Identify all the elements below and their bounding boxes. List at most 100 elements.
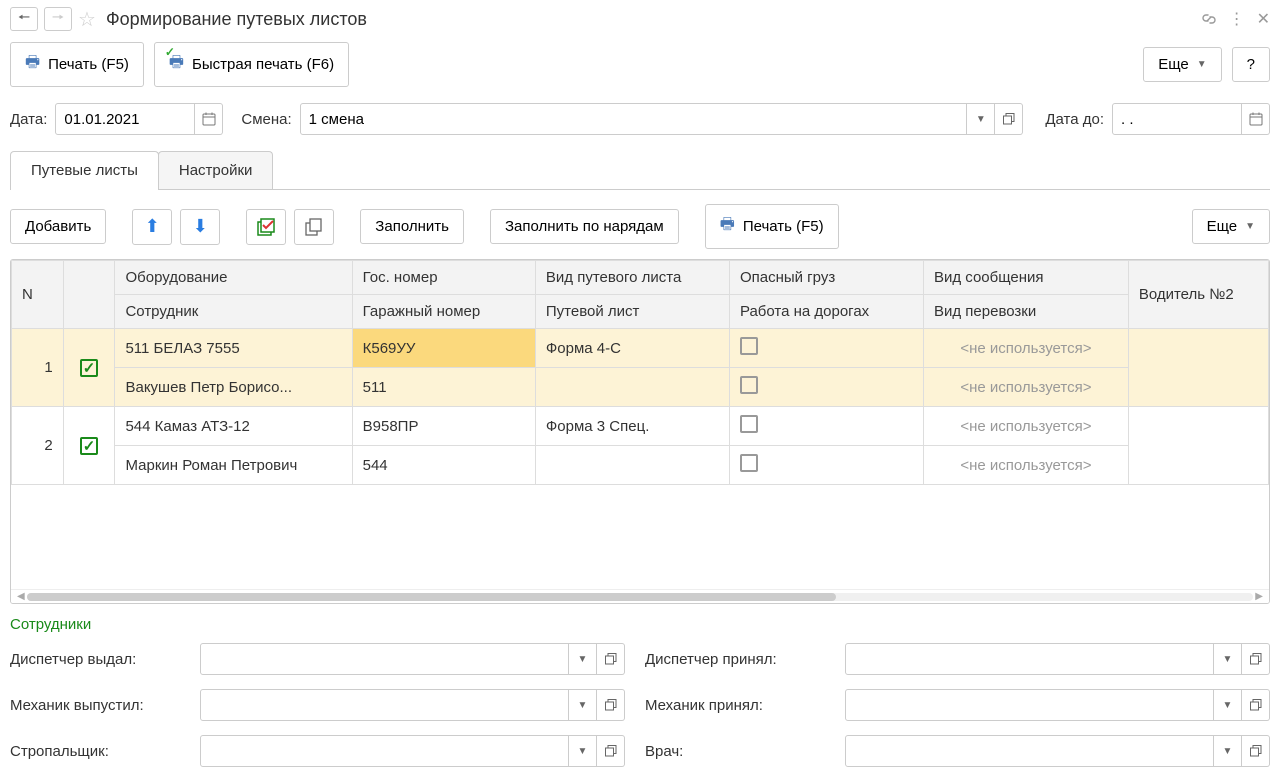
row-checkbox[interactable]	[80, 359, 98, 377]
tab-waybills[interactable]: Путевые листы	[10, 151, 159, 189]
doctor-dropdown[interactable]: ▼	[1214, 735, 1242, 767]
col-garage-number[interactable]: Гаражный номер	[352, 295, 535, 329]
scroll-thumb[interactable]	[27, 593, 837, 601]
mechanic-in-open[interactable]	[1242, 689, 1270, 721]
col-transport-type[interactable]: Вид перевозки	[923, 295, 1128, 329]
col-driver2[interactable]: Водитель №2	[1128, 261, 1268, 329]
row-checkbox[interactable]	[80, 437, 98, 455]
cell-roads[interactable]	[729, 446, 923, 485]
cell-dangerous[interactable]	[729, 329, 923, 368]
scroll-left-arrow[interactable]: ◀	[15, 591, 27, 602]
slinger-open[interactable]	[597, 735, 625, 767]
cell-message-type[interactable]: <не используется>	[923, 329, 1128, 368]
col-waybill-type[interactable]: Вид путевого листа	[535, 261, 729, 295]
grid-more-button[interactable]: Еще ▼	[1192, 209, 1270, 244]
col-waybill[interactable]: Путевой лист	[535, 295, 729, 329]
col-equipment[interactable]: Оборудование	[115, 261, 352, 295]
cell-driver2[interactable]	[1128, 329, 1268, 407]
date-to-input[interactable]	[1112, 103, 1242, 135]
grid-print-button[interactable]: 🖶 Печать (F5)	[705, 204, 839, 249]
cell-gos-number[interactable]: К569УУ	[352, 329, 535, 368]
cell-waybill[interactable]	[535, 446, 729, 485]
mechanic-in-input[interactable]	[845, 689, 1214, 721]
dangerous-checkbox[interactable]	[740, 337, 758, 355]
dangerous-checkbox[interactable]	[740, 415, 758, 433]
printer-icon: 🖶	[25, 51, 40, 78]
date-input[interactable]	[55, 103, 195, 135]
cell-transport-type[interactable]: <не используется>	[923, 446, 1128, 485]
shift-input[interactable]	[300, 103, 968, 135]
col-message-type[interactable]: Вид сообщения	[923, 261, 1128, 295]
check-all-icon	[256, 217, 276, 237]
col-dangerous[interactable]: Опасный груз	[729, 261, 923, 295]
col-employee[interactable]: Сотрудник	[115, 295, 352, 329]
check-all-button[interactable]	[246, 209, 286, 245]
fill-by-orders-button[interactable]: Заполнить по нарядам	[490, 209, 679, 244]
roads-checkbox[interactable]	[740, 376, 758, 394]
move-down-button[interactable]: ⬇	[180, 209, 220, 245]
slinger-dropdown[interactable]: ▼	[569, 735, 597, 767]
more-button[interactable]: Еще ▼	[1143, 47, 1221, 82]
dispatcher-in-input[interactable]	[845, 643, 1214, 675]
favorite-star-icon[interactable]: ☆	[78, 7, 96, 32]
col-n[interactable]: N	[12, 261, 64, 329]
dispatcher-in-open[interactable]	[1242, 643, 1270, 675]
chevron-down-icon: ▼	[1197, 59, 1207, 70]
copy-button[interactable]	[294, 209, 334, 245]
nav-back-button[interactable]: 🠔	[10, 7, 38, 31]
table-row[interactable]: 1 511 БЕЛАЗ 7555 К569УУ Форма 4-С <не ис…	[12, 329, 1269, 368]
table-row[interactable]: Маркин Роман Петрович 544 <не использует…	[12, 446, 1269, 485]
cell-garage-number[interactable]: 511	[352, 368, 535, 407]
fill-button[interactable]: Заполнить	[360, 209, 464, 244]
cell-transport-type[interactable]: <не используется>	[923, 368, 1128, 407]
date-calendar-button[interactable]	[195, 103, 223, 135]
dispatcher-out-label: Диспетчер выдал:	[10, 651, 180, 668]
nav-forward-button[interactable]: 🠖	[44, 7, 72, 31]
print-button[interactable]: 🖶 Печать (F5)	[10, 42, 144, 87]
cell-garage-number[interactable]: 544	[352, 446, 535, 485]
cell-waybill-type[interactable]: Форма 4-С	[535, 329, 729, 368]
slinger-input[interactable]	[200, 735, 569, 767]
doctor-open[interactable]	[1242, 735, 1270, 767]
doctor-input[interactable]	[845, 735, 1214, 767]
table-row[interactable]: 2 544 Камаз АТЗ-12 В958ПР Форма 3 Спец. …	[12, 407, 1269, 446]
col-roads[interactable]: Работа на дорогах	[729, 295, 923, 329]
cell-roads[interactable]	[729, 368, 923, 407]
fast-print-button[interactable]: Быстрая печать (F6)	[154, 42, 349, 87]
menu-dots-icon[interactable]: ⋮	[1229, 9, 1245, 29]
table-row[interactable]: Вакушев Петр Борисо... 511 <не используе…	[12, 368, 1269, 407]
cell-waybill[interactable]	[535, 368, 729, 407]
cell-driver2[interactable]	[1128, 407, 1268, 485]
col-gos-number[interactable]: Гос. номер	[352, 261, 535, 295]
dispatcher-out-dropdown[interactable]: ▼	[569, 643, 597, 675]
dispatcher-out-open[interactable]	[597, 643, 625, 675]
shift-open-button[interactable]	[995, 103, 1023, 135]
cell-equipment[interactable]: 544 Камаз АТЗ-12	[115, 407, 352, 446]
date-label: Дата:	[10, 111, 47, 128]
shift-dropdown-button[interactable]: ▼	[967, 103, 995, 135]
col-check[interactable]	[63, 261, 115, 329]
mechanic-out-open[interactable]	[597, 689, 625, 721]
roads-checkbox[interactable]	[740, 454, 758, 472]
mechanic-in-dropdown[interactable]: ▼	[1214, 689, 1242, 721]
close-icon[interactable]: ✕	[1257, 9, 1270, 29]
link-icon[interactable]	[1201, 11, 1217, 27]
tab-settings[interactable]: Настройки	[158, 151, 274, 189]
cell-equipment[interactable]: 511 БЕЛАЗ 7555	[115, 329, 352, 368]
cell-dangerous[interactable]	[729, 407, 923, 446]
cell-waybill-type[interactable]: Форма 3 Спец.	[535, 407, 729, 446]
cell-message-type[interactable]: <не используется>	[923, 407, 1128, 446]
add-button[interactable]: Добавить	[10, 209, 106, 244]
scroll-right-arrow[interactable]: ▶	[1253, 591, 1265, 602]
dispatcher-out-input[interactable]	[200, 643, 569, 675]
date-to-calendar-button[interactable]	[1242, 103, 1270, 135]
mechanic-out-dropdown[interactable]: ▼	[569, 689, 597, 721]
help-button[interactable]: ?	[1232, 47, 1270, 82]
cell-employee[interactable]: Маркин Роман Петрович	[115, 446, 352, 485]
cell-gos-number[interactable]: В958ПР	[352, 407, 535, 446]
horizontal-scrollbar[interactable]: ◀ ▶	[11, 589, 1269, 603]
mechanic-out-input[interactable]	[200, 689, 569, 721]
dispatcher-in-dropdown[interactable]: ▼	[1214, 643, 1242, 675]
cell-employee[interactable]: Вакушев Петр Борисо...	[115, 368, 352, 407]
move-up-button[interactable]: ⬆	[132, 209, 172, 245]
